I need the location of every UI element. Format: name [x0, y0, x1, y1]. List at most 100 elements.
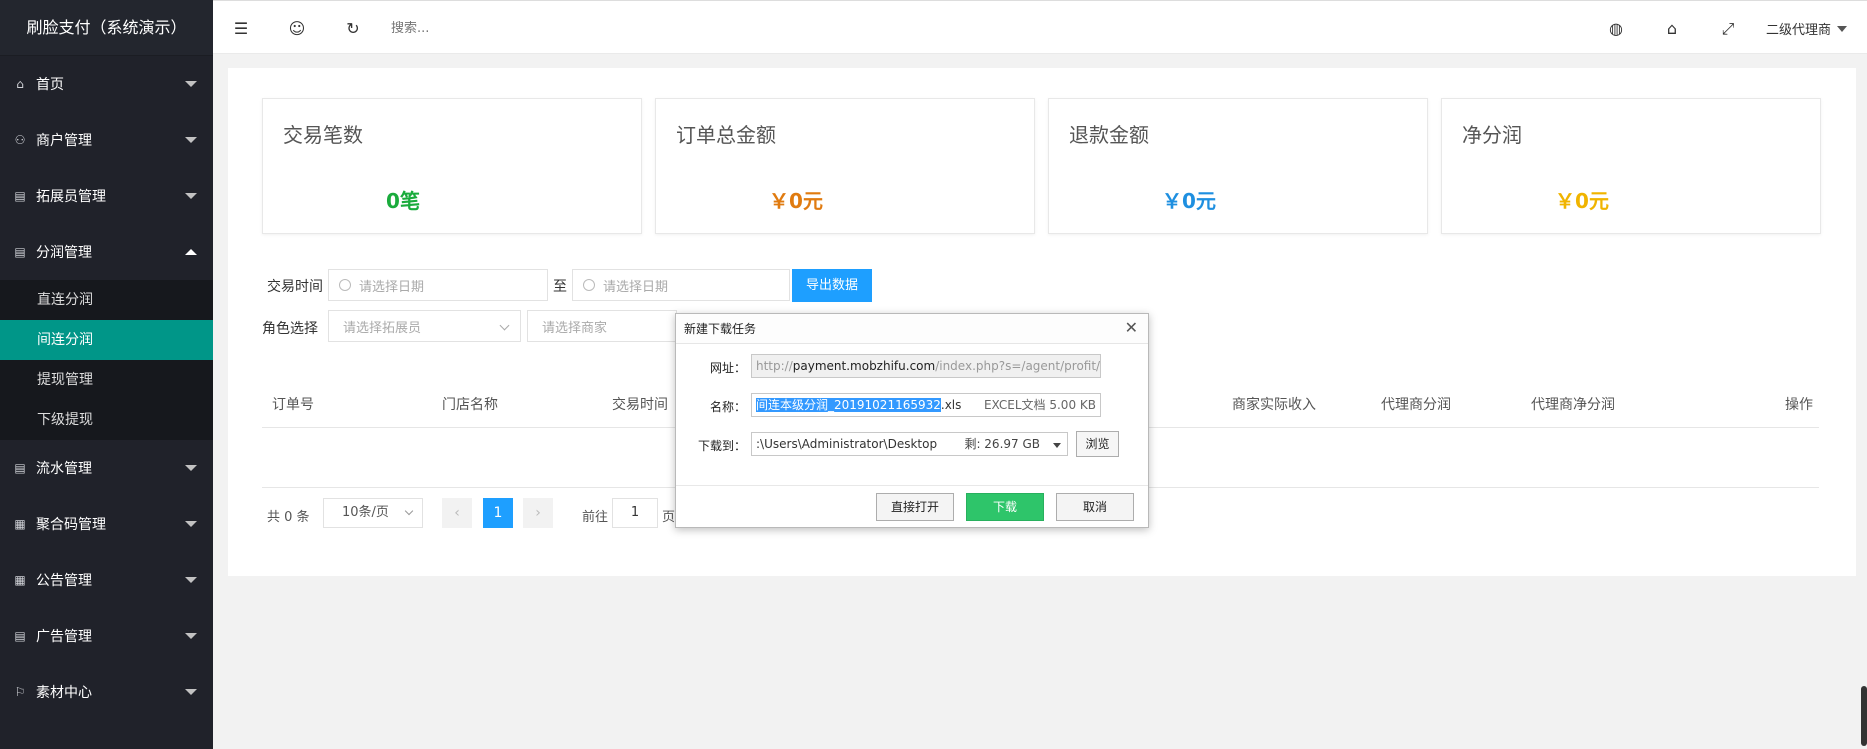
clipboard-icon: ▤	[14, 629, 26, 643]
chevron-up-icon	[185, 249, 197, 255]
merchant-placeholder: 请选择商家	[542, 320, 608, 336]
open-direct-button[interactable]: 直接打开	[876, 493, 954, 521]
stat-card-refund: 退款金额 ￥0元	[1048, 98, 1428, 234]
page-suffix: 页	[662, 510, 676, 525]
sidebar-item-label: 聚合码管理	[36, 517, 106, 533]
export-button[interactable]: 导出数据	[792, 269, 872, 302]
sidebar-item-profit[interactable]: ▤ 分润管理	[0, 224, 213, 280]
col-store-name: 门店名称	[442, 397, 498, 413]
clipboard-icon: ▤	[14, 189, 26, 203]
flag-icon: ⚐	[14, 685, 26, 699]
chevron-down-icon	[185, 633, 197, 639]
sidebar-subitem-indirect-profit[interactable]: 间连分润	[0, 320, 213, 360]
col-actions: 操作	[1785, 397, 1813, 413]
prev-page-button[interactable]: ‹	[442, 498, 472, 528]
sidebar-item-label: 首页	[36, 77, 64, 93]
sidebar-item-label: 公告管理	[36, 573, 92, 589]
app-title: 刷脸支付（系统演示）	[0, 0, 213, 56]
start-date-input[interactable]: 请选择日期	[328, 269, 548, 301]
stat-title: 交易笔数	[283, 123, 363, 147]
stat-title: 退款金额	[1069, 123, 1149, 147]
stat-value: ￥0元	[1555, 189, 1609, 213]
cancel-button[interactable]: 取消	[1056, 493, 1134, 521]
url-domain: payment.mobzhifu.com	[792, 359, 936, 373]
sidebar: 刷脸支付（系统演示） ⌂ 首页 ⚇ 商户管理 ▤ 拓展员管理 ▤ 分润管理 直连…	[0, 0, 213, 749]
name-label: 名称：	[709, 400, 746, 414]
close-icon[interactable]: ✕	[1125, 320, 1138, 336]
per-page-value: 10条/页	[342, 505, 389, 520]
end-date-placeholder: 请选择日期	[603, 279, 669, 295]
sidebar-item-merchants[interactable]: ⚇ 商户管理	[0, 112, 213, 168]
filename-ext: .xls	[940, 398, 962, 412]
chevron-down-icon	[185, 193, 197, 199]
header-right: ◍ ⌂ ⤢ 二级代理商	[1588, 4, 1867, 54]
chevron-down-icon	[499, 320, 510, 331]
user-menu[interactable]: 二级代理商	[1756, 19, 1867, 38]
sidebar-subitem-sub-withdraw[interactable]: 下级提现	[0, 400, 213, 440]
url-path: /index.php?s=/agent/profit/in	[935, 359, 1101, 373]
start-date-placeholder: 请选择日期	[359, 279, 425, 295]
refresh-icon[interactable]: ↻	[325, 4, 381, 54]
filename-selected: 间连本级分润_20191021165932	[756, 398, 941, 412]
download-dialog: 新建下载任务 ✕ 网址： http://payment.mobzhifu.com…	[675, 313, 1149, 528]
per-page-select[interactable]: 10条/页	[323, 498, 423, 528]
search-input[interactable]	[391, 21, 591, 36]
path-label: 下载到：	[697, 439, 746, 453]
chevron-down-icon	[1837, 25, 1847, 32]
sidebar-item-materials[interactable]: ⚐ 素材中心	[0, 664, 213, 720]
expander-select[interactable]: 请选择拓展员	[328, 310, 521, 342]
fullscreen-icon[interactable]: ⤢	[1700, 4, 1756, 54]
sidebar-subitem-direct-profit[interactable]: 直连分润	[0, 280, 213, 320]
goto-label: 前往	[582, 510, 609, 525]
expander-placeholder: 请选择拓展员	[343, 320, 422, 336]
browse-button[interactable]: 浏览	[1076, 431, 1119, 457]
grid-icon: ▦	[14, 573, 26, 587]
chevron-down-icon	[185, 137, 197, 143]
col-order-no: 订单号	[272, 397, 314, 413]
chevron-down-icon	[185, 577, 197, 583]
path-dropdown-button[interactable]	[1046, 432, 1068, 456]
sidebar-item-label: 素材中心	[36, 685, 92, 701]
sidebar-item-qrcode[interactable]: ▦ 聚合码管理	[0, 496, 213, 552]
col-agent-net-profit: 代理商净分润	[1531, 397, 1615, 413]
pager-total: 共 0 条	[267, 510, 310, 525]
save-path-value: :\Users\Administrator\Desktop	[756, 437, 938, 451]
smile-icon[interactable]: ☺	[269, 4, 325, 54]
clock-icon	[583, 279, 595, 291]
palette-icon[interactable]: ◍	[1588, 4, 1644, 54]
url-field[interactable]: http://payment.mobzhifu.com/index.php?s=…	[751, 354, 1101, 378]
merchant-select[interactable]: 请选择商家	[527, 310, 677, 342]
tag-icon[interactable]: ⌂	[1644, 4, 1700, 54]
goto-page-input[interactable]: 1	[612, 498, 658, 528]
sidebar-item-label: 广告管理	[36, 629, 92, 645]
chevron-down-icon	[185, 465, 197, 471]
col-merchant-income: 商家实际收入	[1232, 397, 1316, 413]
download-button[interactable]: 下载	[966, 493, 1044, 521]
sidebar-item-label: 商户管理	[36, 133, 92, 149]
filename-field[interactable]: 间连本级分润_20191021165932.xls EXCEL文档 5.00 K…	[751, 393, 1101, 417]
url-label: 网址：	[709, 361, 746, 375]
chevron-down-icon	[185, 81, 197, 87]
sidebar-item-home[interactable]: ⌂ 首页	[0, 56, 213, 112]
sidebar-item-expanders[interactable]: ▤ 拓展员管理	[0, 168, 213, 224]
sidebar-item-notice[interactable]: ▦ 公告管理	[0, 552, 213, 608]
chevron-down-icon	[185, 689, 197, 695]
scrollbar-thumb[interactable]	[1861, 686, 1867, 746]
sidebar-item-label: 分润管理	[36, 245, 92, 261]
stat-value: ￥0元	[769, 189, 823, 213]
sidebar-item-ads[interactable]: ▤ 广告管理	[0, 608, 213, 664]
save-path-field[interactable]: :\Users\Administrator\Desktop 剩: 26.97 G…	[751, 432, 1047, 456]
dialog-title: 新建下载任务	[676, 314, 1148, 344]
grid-icon: ▦	[14, 517, 26, 531]
next-page-button[interactable]: ›	[523, 498, 553, 528]
stat-value: ￥0元	[1162, 189, 1216, 213]
clock-icon	[339, 279, 351, 291]
sidebar-subitem-withdraw[interactable]: 提现管理	[0, 360, 213, 400]
menu-toggle-icon[interactable]: ☰	[213, 4, 269, 54]
clipboard-icon: ▤	[14, 245, 26, 259]
sidebar-item-flow[interactable]: ▤ 流水管理	[0, 440, 213, 496]
chevron-down-icon	[1053, 443, 1061, 448]
col-trade-time: 交易时间	[612, 397, 668, 413]
page-1-button[interactable]: 1	[483, 498, 513, 528]
end-date-input[interactable]: 请选择日期	[572, 269, 790, 301]
